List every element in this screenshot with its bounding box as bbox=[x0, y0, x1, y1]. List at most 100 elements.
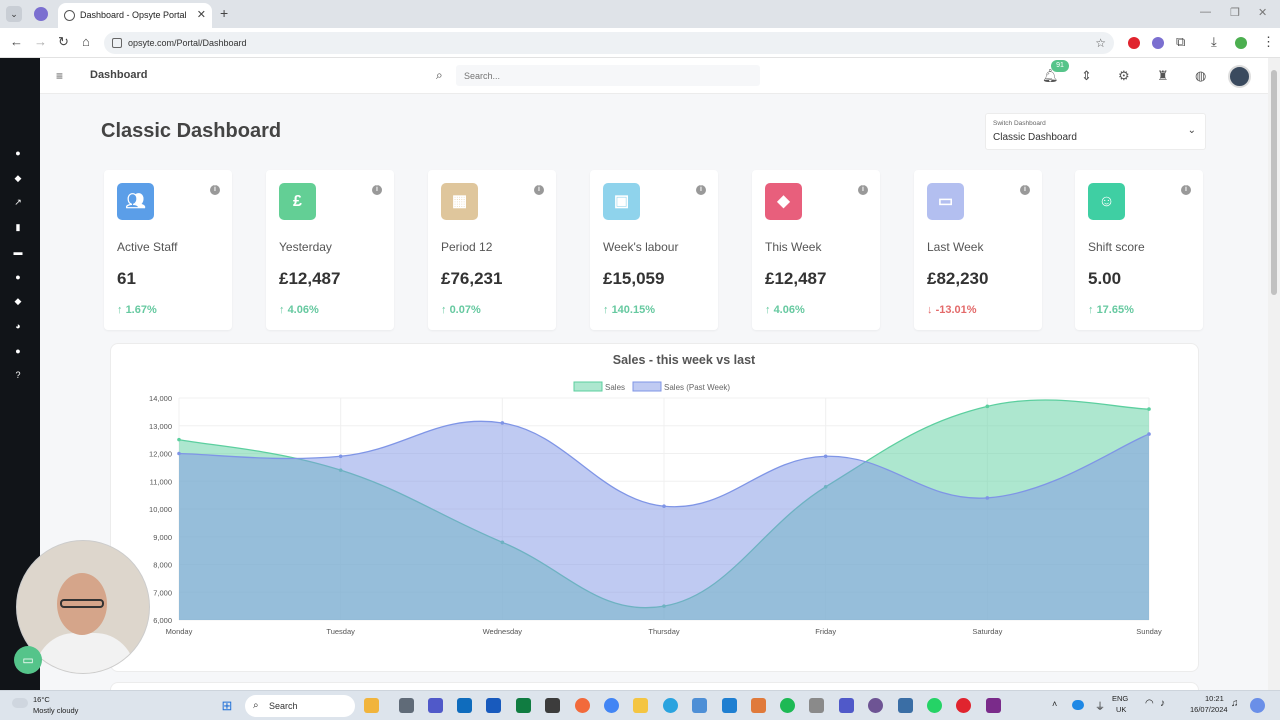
kpi-card: ◆ i This Week £12,487 ↑ 4.06% bbox=[752, 170, 880, 330]
app-icon[interactable] bbox=[809, 698, 824, 713]
opera-extension-icon[interactable] bbox=[1128, 37, 1140, 49]
chart-icon[interactable]: ↗ bbox=[13, 197, 23, 207]
kpi-change: ↑ 4.06% bbox=[279, 304, 319, 316]
spotify-icon[interactable] bbox=[780, 698, 795, 713]
browser-menu-icon[interactable]: ⋮ bbox=[1262, 34, 1275, 50]
info-icon[interactable]: i bbox=[534, 185, 544, 195]
info-icon[interactable]: i bbox=[696, 185, 706, 195]
whatsapp-icon[interactable] bbox=[927, 698, 942, 713]
globe-icon[interactable]: ◍ bbox=[1195, 68, 1206, 84]
minimize-icon[interactable]: — bbox=[1200, 6, 1211, 18]
user-icon[interactable]: ● bbox=[13, 148, 23, 158]
hs-app-icon[interactable] bbox=[545, 698, 560, 713]
cloud-icon[interactable] bbox=[12, 698, 28, 708]
info-icon[interactable]: i bbox=[1181, 185, 1191, 195]
url-field[interactable]: opsyte.com/Portal/Dashboard ☆ bbox=[104, 32, 1114, 54]
clock-date[interactable]: 16/07/2024 bbox=[1190, 705, 1228, 714]
wifi-icon[interactable]: ◠ bbox=[1145, 698, 1154, 709]
layers-icon[interactable]: ◆ bbox=[13, 173, 23, 183]
language-region[interactable]: UK bbox=[1116, 705, 1126, 714]
search-icon[interactable]: ⌕ bbox=[436, 68, 443, 83]
restore-icon[interactable]: ❐ bbox=[1230, 6, 1240, 19]
gear-icon[interactable]: ⚙ bbox=[1118, 68, 1130, 84]
info-icon[interactable]: i bbox=[858, 185, 868, 195]
bell-icon[interactable]: ♫ bbox=[1231, 698, 1239, 709]
file-explorer-icon[interactable] bbox=[633, 698, 648, 713]
sort-icon[interactable]: ⇕ bbox=[1081, 68, 1092, 84]
teams-icon[interactable] bbox=[839, 698, 854, 713]
taskbar-search[interactable]: ⌕ Search bbox=[245, 695, 355, 717]
kpi-label: Last Week bbox=[927, 240, 984, 254]
info-icon[interactable]: i bbox=[210, 185, 220, 195]
info-icon[interactable]: i bbox=[1020, 185, 1030, 195]
bookmark-star-icon[interactable]: ☆ bbox=[1095, 32, 1106, 54]
windows-start-icon[interactable]: ⊞ bbox=[219, 698, 235, 714]
notepad-icon[interactable] bbox=[692, 698, 707, 713]
excel-icon[interactable] bbox=[516, 698, 531, 713]
word-icon[interactable] bbox=[486, 698, 501, 713]
opera-icon[interactable] bbox=[956, 698, 971, 713]
onedrive-icon[interactable] bbox=[1072, 700, 1084, 710]
reload-icon[interactable]: ↻ bbox=[58, 34, 69, 50]
flame-icon[interactable]: ● bbox=[13, 272, 23, 282]
new-tab-button[interactable]: + bbox=[220, 5, 228, 21]
outlook-icon[interactable] bbox=[457, 698, 472, 713]
help-icon[interactable]: ? bbox=[13, 370, 23, 380]
close-window-icon[interactable]: ✕ bbox=[1258, 6, 1267, 19]
url-text: opsyte.com/Portal/Dashboard bbox=[128, 38, 247, 48]
legend-swatch bbox=[632, 381, 662, 392]
building-icon[interactable]: ♜ bbox=[1157, 68, 1169, 84]
home-icon[interactable]: ⌂ bbox=[82, 34, 90, 49]
notification-badge: 91 bbox=[1051, 60, 1069, 72]
clock-time[interactable]: 10:21 bbox=[1205, 694, 1224, 703]
close-tab-icon[interactable]: ✕ bbox=[197, 3, 206, 28]
weather-temperature[interactable]: 16°C bbox=[33, 695, 50, 704]
tab-search-button[interactable]: ⌄ bbox=[6, 6, 22, 22]
volume-icon[interactable]: ♪ bbox=[1160, 698, 1165, 709]
diamond-icon[interactable]: ◆ bbox=[13, 296, 23, 306]
chat-widget-icon[interactable]: ▭ bbox=[14, 646, 42, 674]
chrome-icon[interactable] bbox=[604, 698, 619, 713]
app-icon[interactable] bbox=[986, 698, 1001, 713]
back-icon[interactable]: ← bbox=[10, 34, 23, 49]
user-avatar[interactable] bbox=[1228, 65, 1251, 88]
chat-icon[interactable]: ● bbox=[13, 346, 23, 356]
browser-tab[interactable]: Dashboard - Opsyte Portal ✕ bbox=[58, 3, 212, 28]
profile-avatar-icon[interactable] bbox=[1235, 37, 1247, 49]
scroll-thumb[interactable] bbox=[1271, 70, 1277, 295]
site-info-icon[interactable] bbox=[112, 38, 122, 48]
microphone-icon[interactable]: ⏚ bbox=[1095, 698, 1105, 713]
extension-icon[interactable] bbox=[34, 7, 48, 21]
data-point bbox=[985, 496, 990, 500]
extensions-puzzle-icon[interactable]: ⧉ bbox=[1176, 34, 1185, 50]
vscode-icon[interactable] bbox=[722, 698, 737, 713]
language-code[interactable]: ENG bbox=[1112, 694, 1128, 703]
app-icon[interactable] bbox=[751, 698, 766, 713]
store-icon[interactable]: ▬ bbox=[13, 247, 23, 257]
kpi-change: ↑ 1.67% bbox=[117, 304, 157, 316]
github-icon[interactable] bbox=[868, 698, 883, 713]
pie-chart-icon[interactable]: ◕ bbox=[13, 321, 23, 331]
data-point bbox=[338, 454, 343, 459]
briefcase-app-icon[interactable] bbox=[364, 698, 379, 713]
document-icon[interactable]: ▮ bbox=[13, 222, 23, 232]
extension-icon[interactable] bbox=[1152, 37, 1164, 49]
app-icon[interactable] bbox=[575, 698, 590, 713]
kpi-change: ↑ 4.06% bbox=[765, 304, 805, 316]
copilot-icon[interactable] bbox=[1250, 698, 1265, 713]
forward-icon[interactable]: → bbox=[34, 34, 47, 49]
app-icon[interactable] bbox=[898, 698, 913, 713]
weather-description[interactable]: Mostly cloudy bbox=[33, 706, 78, 715]
task-view-icon[interactable] bbox=[399, 698, 414, 713]
telegram-icon[interactable] bbox=[663, 698, 678, 713]
tray-overflow-icon[interactable]: ˄ bbox=[1052, 699, 1057, 709]
teams-icon[interactable] bbox=[428, 698, 443, 713]
info-icon[interactable]: i bbox=[372, 185, 382, 195]
page-scrollbar[interactable] bbox=[1268, 58, 1280, 690]
search-input[interactable] bbox=[456, 65, 760, 86]
menu-toggle-icon[interactable]: ≡ bbox=[56, 69, 63, 83]
presenter-glasses bbox=[60, 599, 104, 608]
switch-dashboard-select[interactable]: Switch Dashboard Classic Dashboard ⌄ bbox=[985, 113, 1206, 150]
kpi-label: Yesterday bbox=[279, 240, 332, 254]
download-icon[interactable]: ⤓ bbox=[1211, 34, 1217, 50]
